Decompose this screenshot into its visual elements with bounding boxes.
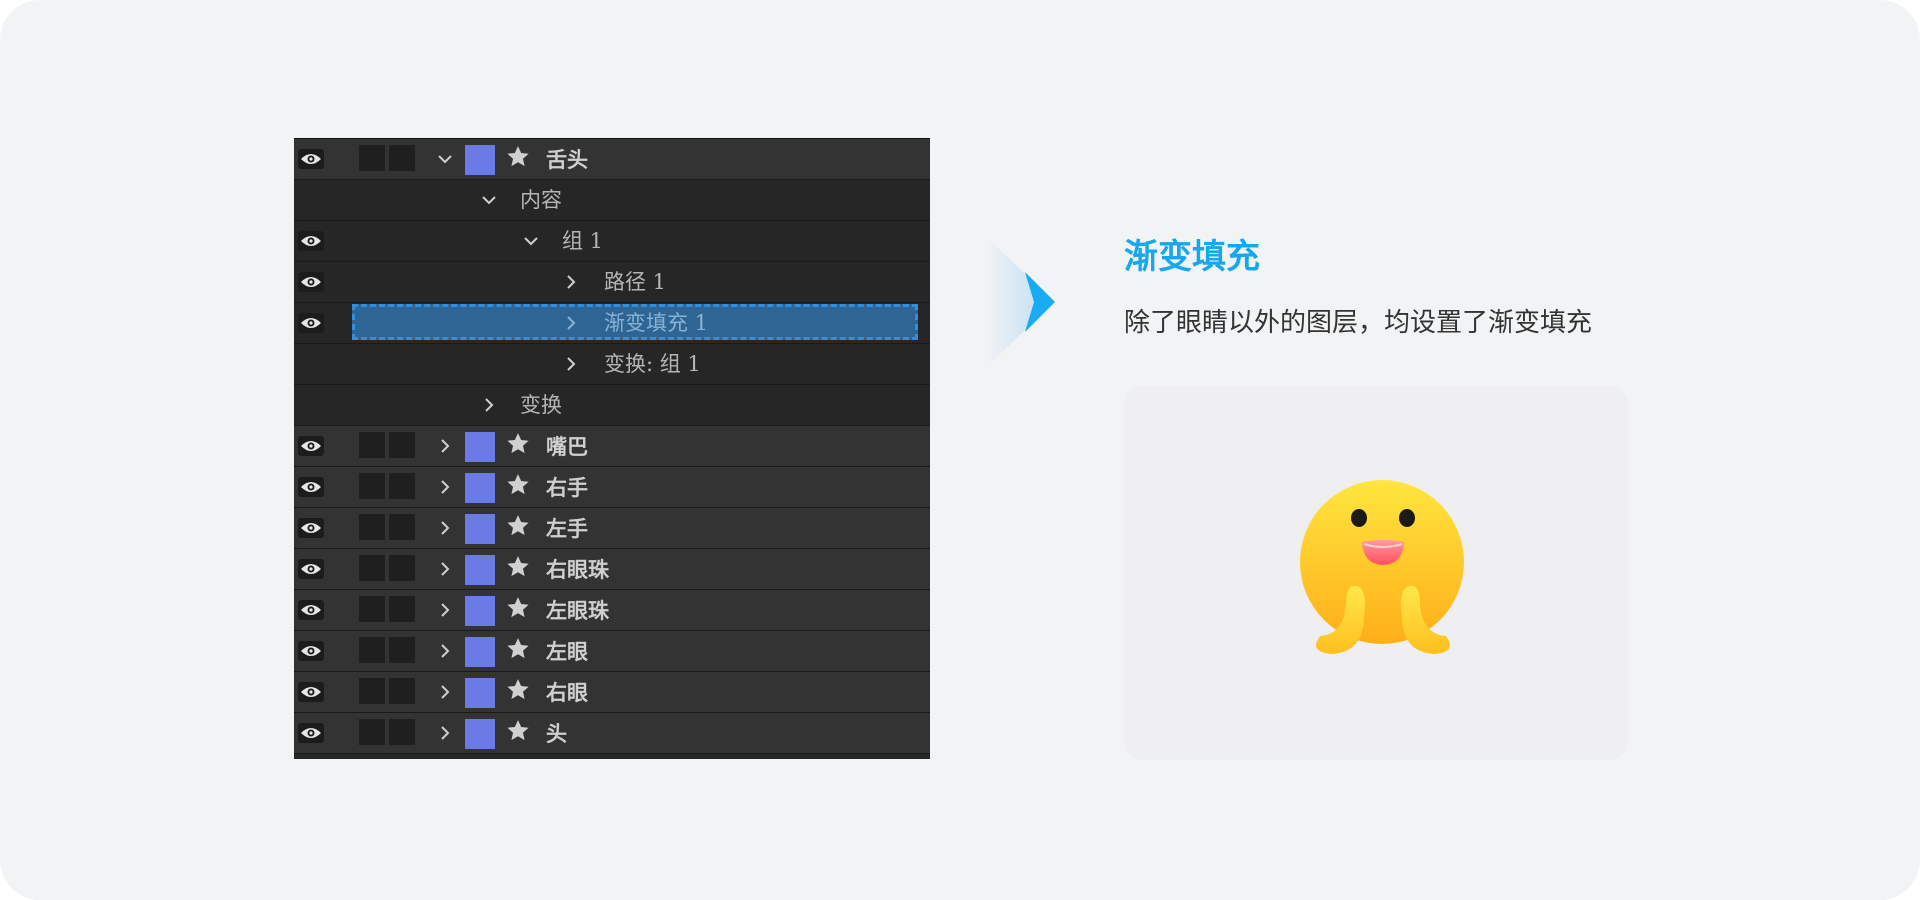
layer-name[interactable]: 右眼珠 xyxy=(546,558,609,582)
chevron-right-icon[interactable] xyxy=(434,475,456,499)
solo-toggle[interactable] xyxy=(359,473,385,499)
chevron-down-icon[interactable] xyxy=(434,147,456,171)
star-icon xyxy=(504,512,532,540)
lock-toggle[interactable] xyxy=(389,678,415,704)
lock-toggle[interactable] xyxy=(389,719,415,745)
property-name[interactable]: 变换 xyxy=(520,393,562,417)
chevron-right-icon[interactable] xyxy=(478,393,500,417)
layer-color-swatch[interactable] xyxy=(465,678,495,708)
star-icon xyxy=(504,676,532,704)
eye-icon[interactable] xyxy=(298,641,324,661)
lock-toggle[interactable] xyxy=(389,637,415,663)
lock-toggle[interactable] xyxy=(389,145,415,171)
lock-toggle[interactable] xyxy=(389,596,415,622)
layer-name[interactable]: 头 xyxy=(546,722,567,746)
chevron-down-icon[interactable] xyxy=(520,229,542,253)
layer-color-swatch[interactable] xyxy=(465,555,495,585)
property-row-path1[interactable]: 路径 1 xyxy=(294,262,930,303)
star-icon xyxy=(504,635,532,663)
layer-color-swatch[interactable] xyxy=(465,145,495,175)
layer-color-swatch[interactable] xyxy=(465,637,495,667)
mascot-illustration xyxy=(1300,480,1464,654)
star-icon xyxy=(504,471,532,499)
chevron-right-icon[interactable] xyxy=(434,639,456,663)
star-icon xyxy=(504,430,532,458)
eye-icon[interactable] xyxy=(298,682,324,702)
layer-row-left-hand[interactable]: 左手 xyxy=(294,508,930,549)
chevron-right-icon[interactable] xyxy=(434,598,456,622)
chevron-right-icon[interactable] xyxy=(434,680,456,704)
layer-color-swatch[interactable] xyxy=(465,473,495,503)
lock-toggle[interactable] xyxy=(389,514,415,540)
eye-icon[interactable] xyxy=(298,231,324,251)
property-name[interactable]: 变换: 组 1 xyxy=(604,352,701,376)
layer-row-tongue[interactable]: 舌头 xyxy=(294,139,930,180)
slide-card: 舌头 内容 组 1 路径 1 渐变填充 1 变换: 组 1 变换 嘴巴 右手 左… xyxy=(0,0,1920,900)
layers-panel: 舌头 内容 组 1 路径 1 渐变填充 1 变换: 组 1 变换 嘴巴 右手 左… xyxy=(294,138,930,759)
star-icon xyxy=(504,143,532,171)
lock-toggle[interactable] xyxy=(389,555,415,581)
star-icon xyxy=(504,553,532,581)
chevron-right-icon[interactable] xyxy=(434,434,456,458)
chevron-right-icon[interactable] xyxy=(560,270,582,294)
lock-toggle[interactable] xyxy=(389,432,415,458)
layer-color-swatch[interactable] xyxy=(465,719,495,749)
layer-row-left-eye[interactable]: 左眼 xyxy=(294,631,930,672)
eye-icon[interactable] xyxy=(298,272,324,292)
layer-name[interactable]: 左手 xyxy=(546,517,588,541)
chevron-right-icon[interactable] xyxy=(560,311,582,335)
preview-card xyxy=(1124,386,1628,760)
eye-icon[interactable] xyxy=(298,723,324,743)
layer-row-right-eye[interactable]: 右眼 xyxy=(294,672,930,713)
layer-name[interactable]: 右眼 xyxy=(546,681,588,705)
section-title: 渐变填充 xyxy=(1124,237,1260,277)
solo-toggle[interactable] xyxy=(359,555,385,581)
solo-toggle[interactable] xyxy=(359,432,385,458)
chevron-right-icon[interactable] xyxy=(434,516,456,540)
layer-name[interactable]: 左眼珠 xyxy=(546,599,609,623)
property-row-transform-group[interactable]: 变换: 组 1 xyxy=(294,344,930,385)
solo-toggle[interactable] xyxy=(359,678,385,704)
property-row-transform[interactable]: 变换 xyxy=(294,385,930,426)
layer-row-right-hand[interactable]: 右手 xyxy=(294,467,930,508)
eye-icon[interactable] xyxy=(298,313,324,333)
property-name[interactable]: 路径 1 xyxy=(604,270,666,294)
layer-name[interactable]: 舌头 xyxy=(546,148,588,172)
layer-row-left-pupil[interactable]: 左眼珠 xyxy=(294,590,930,631)
star-icon xyxy=(504,594,532,622)
layer-color-swatch[interactable] xyxy=(465,432,495,462)
property-row-gradient-fill[interactable]: 渐变填充 1 xyxy=(294,303,930,344)
layer-row-head[interactable]: 头 xyxy=(294,713,930,754)
eye-icon[interactable] xyxy=(298,600,324,620)
property-row-contents[interactable]: 内容 xyxy=(294,180,930,221)
eye-icon[interactable] xyxy=(298,559,324,579)
solo-toggle[interactable] xyxy=(359,596,385,622)
property-name[interactable]: 组 1 xyxy=(562,229,603,253)
layer-color-swatch[interactable] xyxy=(465,514,495,544)
chevron-right-icon[interactable] xyxy=(560,352,582,376)
chevron-down-icon[interactable] xyxy=(478,188,500,212)
layer-row-mouth[interactable]: 嘴巴 xyxy=(294,426,930,467)
layer-name[interactable]: 嘴巴 xyxy=(546,435,588,459)
chevron-right-icon[interactable] xyxy=(434,557,456,581)
star-icon xyxy=(504,717,532,745)
eye-icon[interactable] xyxy=(298,518,324,538)
chevron-right-icon[interactable] xyxy=(434,721,456,745)
solo-toggle[interactable] xyxy=(359,719,385,745)
eye-icon[interactable] xyxy=(298,149,324,169)
layer-row-right-pupil[interactable]: 右眼珠 xyxy=(294,549,930,590)
section-description: 除了眼睛以外的图层，均设置了渐变填充 xyxy=(1124,308,1593,338)
eye-icon[interactable] xyxy=(298,436,324,456)
property-name[interactable]: 渐变填充 1 xyxy=(604,311,708,335)
lock-toggle[interactable] xyxy=(389,473,415,499)
solo-toggle[interactable] xyxy=(359,145,385,171)
property-row-group1[interactable]: 组 1 xyxy=(294,221,930,262)
solo-toggle[interactable] xyxy=(359,637,385,663)
layer-color-swatch[interactable] xyxy=(465,596,495,626)
eye-icon[interactable] xyxy=(298,477,324,497)
property-name[interactable]: 内容 xyxy=(520,188,562,212)
layer-name[interactable]: 左眼 xyxy=(546,640,588,664)
solo-toggle[interactable] xyxy=(359,514,385,540)
layer-name[interactable]: 右手 xyxy=(546,476,588,500)
